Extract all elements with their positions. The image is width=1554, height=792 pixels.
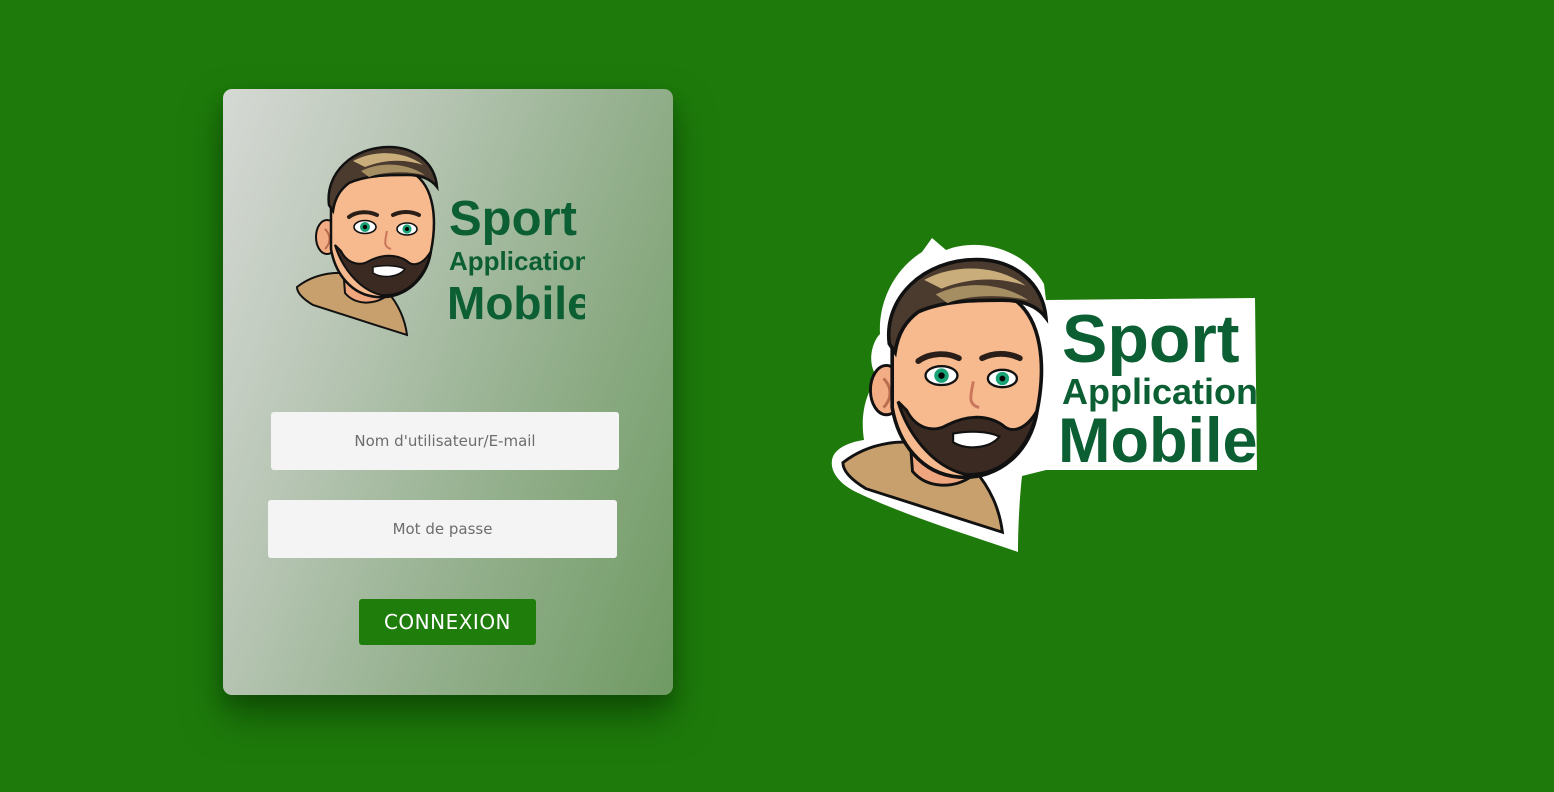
username-input[interactable] — [271, 412, 619, 470]
hero-logo-line-sport: Sport — [1062, 301, 1240, 377]
login-card: Sport Application Mobile CONNEXION — [223, 89, 673, 695]
hero-logo-line-mobile: Mobile — [1058, 406, 1258, 476]
password-input[interactable] — [268, 500, 617, 558]
logo-line-sport: Sport — [449, 192, 577, 246]
logo-line-application: Application — [449, 246, 585, 276]
app-logo: Sport Application Mobile — [295, 145, 585, 337]
logo-line-mobile: Mobile — [447, 277, 585, 329]
bearded-man-avatar-icon — [295, 145, 439, 337]
login-button[interactable]: CONNEXION — [359, 599, 536, 645]
hero-logo: Sport Application Mobile — [831, 238, 1258, 552]
